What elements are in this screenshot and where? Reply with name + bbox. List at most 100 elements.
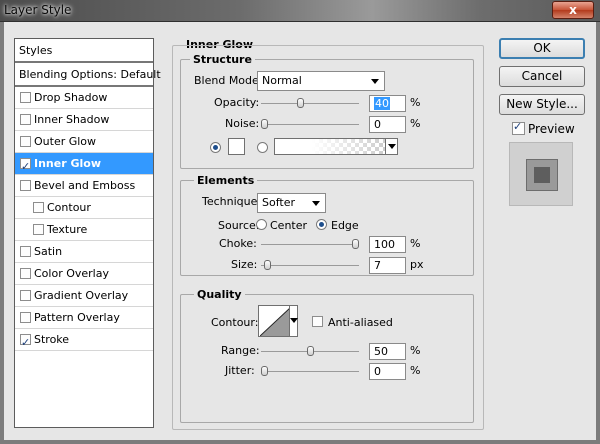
blend-mode-select[interactable]: Normal	[257, 71, 385, 91]
close-button[interactable]: x	[552, 1, 594, 19]
opacity-input[interactable]: 40	[369, 95, 406, 112]
blending-options-item[interactable]: Blending Options: Default	[15, 63, 161, 87]
glow-gradient-picker[interactable]	[274, 138, 398, 155]
style-item-label: Color Overlay	[34, 267, 109, 280]
style-item-label: Pattern Overlay	[34, 311, 120, 324]
opacity-label: Opacity:	[214, 96, 260, 109]
chevron-down-icon	[312, 201, 320, 206]
gradient-dropdown-button[interactable]	[385, 139, 397, 154]
chevron-down-icon	[371, 79, 379, 84]
style-item-label: Contour	[47, 201, 91, 214]
color-overlay-checkbox[interactable]	[20, 268, 31, 279]
anti-aliased-checkbox[interactable]	[312, 316, 323, 327]
styles-header[interactable]: Styles	[15, 39, 153, 63]
style-item-contour[interactable]: Contour	[15, 197, 153, 219]
noise-slider-track[interactable]	[261, 124, 359, 125]
style-item-color-overlay[interactable]: Color Overlay	[15, 263, 153, 285]
drop-shadow-checkbox[interactable]	[20, 92, 31, 103]
bevel-emboss-checkbox[interactable]	[20, 180, 31, 191]
window-title: Layer Style	[4, 3, 72, 17]
style-item-inner-glow[interactable]: Inner Glow	[15, 153, 153, 177]
glow-gradient-radio[interactable]	[257, 142, 268, 153]
size-slider-track[interactable]	[261, 265, 359, 266]
satin-checkbox[interactable]	[20, 246, 31, 257]
style-item-label: Inner Shadow	[34, 113, 110, 126]
preview-label[interactable]: Preview	[528, 122, 575, 136]
gradient-overlay-checkbox[interactable]	[20, 290, 31, 301]
noise-unit: %	[410, 117, 421, 130]
preview-shape-core	[534, 167, 550, 183]
range-slider-thumb[interactable]	[306, 346, 314, 356]
opacity-slider-thumb[interactable]	[297, 98, 305, 108]
structure-title: Structure	[190, 53, 255, 66]
technique-value: Softer	[262, 196, 295, 209]
choke-unit: %	[410, 237, 421, 250]
style-item-texture[interactable]: Texture	[15, 219, 153, 241]
source-center-radio[interactable]	[256, 219, 267, 230]
size-input[interactable]: 7	[369, 257, 406, 274]
jitter-slider-track[interactable]	[261, 371, 359, 372]
source-edge-label[interactable]: Edge	[331, 219, 359, 232]
preview-checkbox[interactable]	[512, 120, 525, 135]
stroke-checkbox[interactable]	[20, 332, 31, 353]
noise-input[interactable]: 0	[369, 116, 406, 133]
choke-slider-thumb[interactable]	[352, 239, 359, 249]
opacity-unit: %	[410, 96, 421, 109]
contour-dropdown-button[interactable]	[289, 306, 298, 336]
style-item-drop-shadow[interactable]: Drop Shadow	[15, 87, 153, 109]
style-item-stroke[interactable]: Stroke	[15, 329, 153, 353]
new-style-button[interactable]: New Style...	[499, 94, 585, 115]
size-slider-thumb[interactable]	[263, 260, 271, 270]
contour-checkbox[interactable]	[33, 202, 44, 213]
choke-label: Choke:	[219, 237, 257, 250]
cancel-button[interactable]: Cancel	[499, 66, 585, 87]
contour-curve-icon	[260, 307, 290, 336]
quality-group	[180, 294, 474, 423]
preview-shape	[526, 159, 558, 191]
inner-shadow-checkbox[interactable]	[20, 114, 31, 125]
range-label: Range:	[221, 344, 260, 357]
blend-mode-value: Normal	[262, 74, 302, 87]
opacity-slider-track[interactable]	[261, 103, 359, 104]
choke-input[interactable]: 100	[369, 236, 406, 253]
title-bar: Layer Style x	[0, 0, 600, 22]
styles-list: Styles Blending Options: Default Drop Sh…	[14, 38, 161, 428]
jitter-slider-thumb[interactable]	[261, 366, 268, 376]
technique-select[interactable]: Softer	[257, 193, 326, 213]
style-item-gradient-overlay[interactable]: Gradient Overlay	[15, 285, 153, 307]
outer-glow-checkbox[interactable]	[20, 136, 31, 147]
inner-glow-panel: Inner Glow Structure Blend Mode: Normal …	[172, 38, 484, 430]
source-edge-radio[interactable]	[316, 219, 327, 230]
style-item-pattern-overlay[interactable]: Pattern Overlay	[15, 307, 153, 329]
style-item-label: Bevel and Emboss	[34, 179, 136, 192]
glow-color-swatch[interactable]	[228, 138, 245, 155]
pattern-overlay-checkbox[interactable]	[20, 312, 31, 323]
style-item-label: Texture	[47, 223, 88, 236]
blend-mode-label: Blend Mode:	[194, 74, 263, 87]
style-item-label: Drop Shadow	[34, 91, 108, 104]
style-item-inner-shadow[interactable]: Inner Shadow	[15, 109, 153, 131]
style-item-label: Inner Glow	[34, 157, 101, 170]
inner-glow-checkbox[interactable]	[20, 156, 31, 177]
quality-title: Quality	[194, 288, 245, 301]
range-input[interactable]: 50	[369, 343, 406, 360]
contour-picker[interactable]	[258, 305, 298, 337]
style-item-label: Stroke	[34, 333, 70, 346]
noise-label: Noise:	[225, 117, 260, 130]
glow-color-radio[interactable]	[210, 142, 221, 153]
noise-slider-thumb[interactable]	[261, 119, 268, 129]
style-item-outer-glow[interactable]: Outer Glow	[15, 131, 153, 153]
choke-slider-track[interactable]	[261, 244, 359, 245]
jitter-input[interactable]: 0	[369, 363, 406, 380]
jitter-label: Jitter:	[225, 364, 255, 377]
source-center-label[interactable]: Center	[270, 219, 307, 232]
size-unit: px	[410, 258, 424, 271]
texture-checkbox[interactable]	[33, 224, 44, 235]
ok-button[interactable]: OK	[499, 38, 585, 59]
style-item-label: Outer Glow	[34, 135, 97, 148]
source-label: Source:	[218, 219, 260, 232]
size-label: Size:	[231, 258, 258, 271]
style-item-bevel-emboss[interactable]: Bevel and Emboss	[15, 175, 153, 197]
style-item-satin[interactable]: Satin	[15, 241, 153, 263]
anti-aliased-label[interactable]: Anti-aliased	[328, 316, 393, 329]
